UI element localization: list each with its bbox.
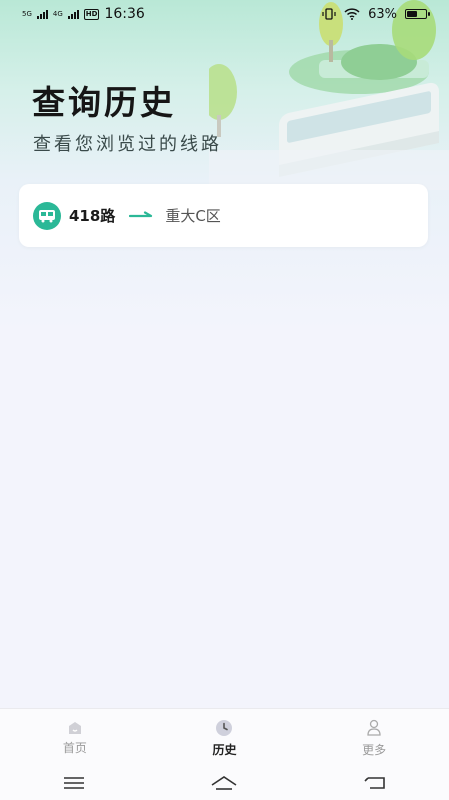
battery-percent: 63%	[368, 6, 397, 22]
home-icon	[68, 721, 81, 734]
page-subtitle: 查看您浏览过的线路	[33, 134, 222, 155]
tab-home-label: 首页	[62, 740, 87, 755]
history-item[interactable]: 418路 重大C区	[19, 184, 428, 247]
signal-icon-2	[67, 9, 79, 19]
home-nav-icon[interactable]	[210, 775, 238, 791]
tab-history-label: 历史	[212, 742, 237, 757]
wifi-icon	[344, 8, 360, 20]
tab-home[interactable]: 首页	[15, 721, 135, 756]
user-icon	[367, 719, 381, 736]
bus-icon	[33, 201, 61, 230]
signal-icon	[36, 9, 48, 19]
system-nav-bar	[0, 766, 449, 800]
clock-icon	[216, 719, 233, 736]
battery-level	[407, 11, 418, 17]
tab-more-label: 更多	[362, 742, 387, 757]
arrow-right-icon	[129, 210, 153, 221]
back-icon[interactable]	[364, 775, 386, 791]
network-indicator-2: 4G	[52, 9, 63, 18]
battery-icon	[405, 9, 430, 19]
tab-history[interactable]: 历史	[164, 719, 284, 758]
city-scene-illustration	[209, 0, 449, 190]
route-destination: 重大C区	[165, 207, 221, 225]
tab-more[interactable]: 更多	[314, 719, 434, 758]
hd-badge: HD	[83, 8, 100, 20]
route-name: 418路	[69, 207, 116, 225]
vibrate-icon	[322, 8, 336, 20]
bottom-tab-bar: 首页 历史 更多	[0, 708, 449, 767]
page-title: 查询历史	[32, 83, 176, 122]
status-time: 16:36	[104, 6, 145, 22]
network-indicator: 5G	[22, 9, 32, 18]
status-bar: 5G 4G HD 16:36 63%	[0, 0, 449, 28]
menu-icon[interactable]	[63, 776, 85, 790]
